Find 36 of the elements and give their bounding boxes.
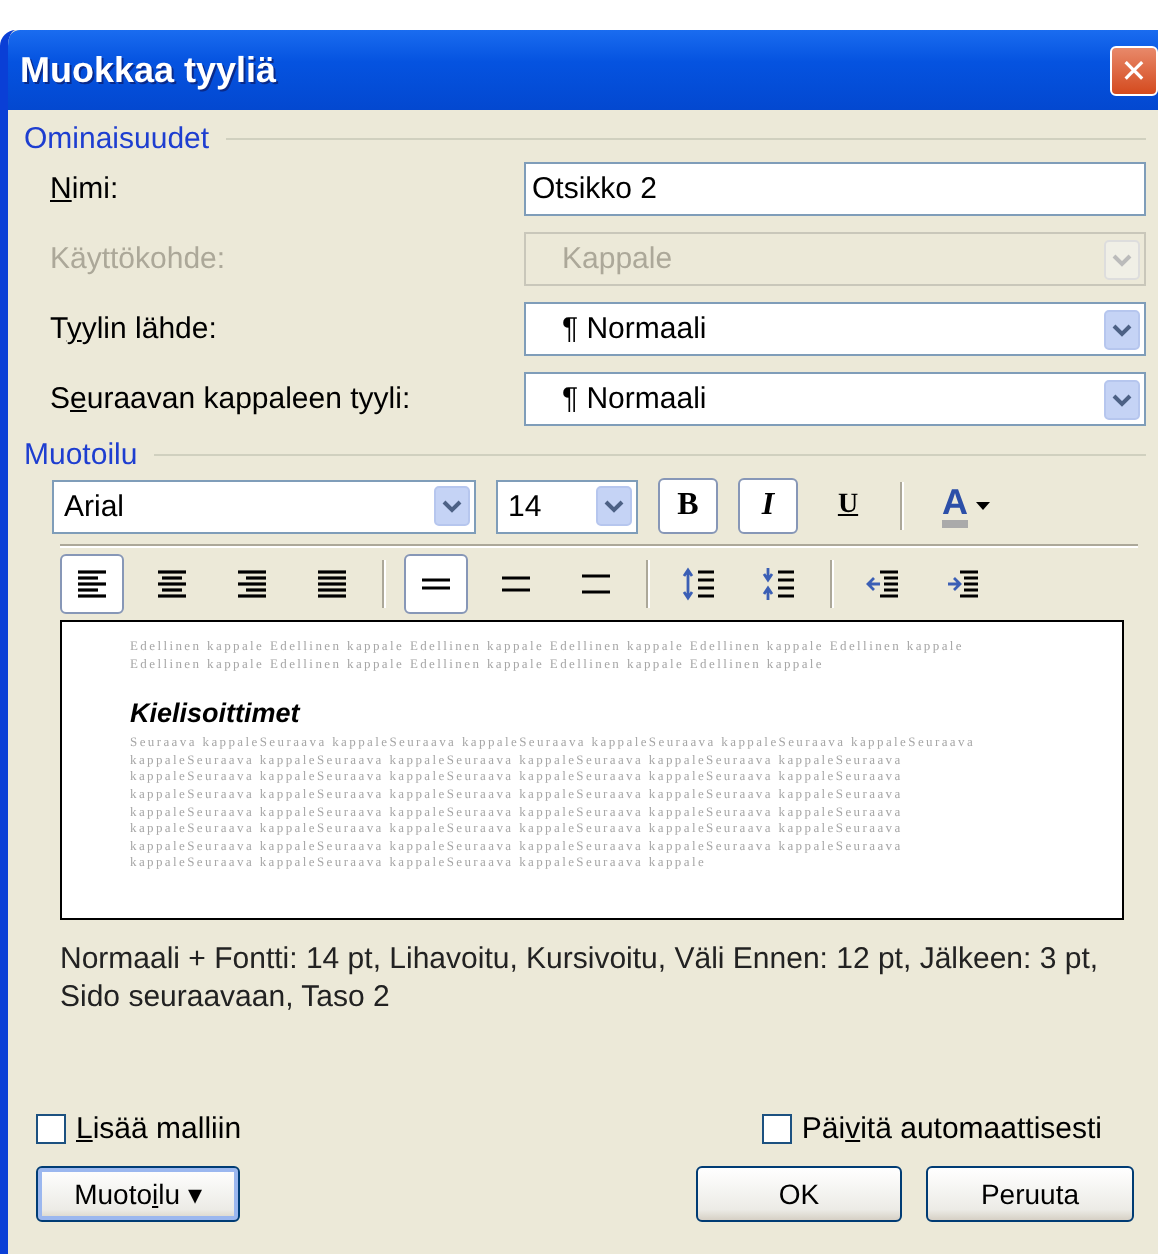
style-dropdown[interactable]: ¶ Normaali bbox=[524, 372, 1146, 426]
checkbox[interactable] bbox=[761, 1114, 792, 1144]
align-center-icon bbox=[152, 566, 192, 602]
space-decrease-icon bbox=[760, 566, 800, 602]
font-dropdown[interactable]: Arial bbox=[52, 479, 476, 533]
style-description: Normaali + Fontti: 14 pt, Lihavoitu, Kursivoitu, Väli Ennen: 12 pt, Jälkeen: 3 pt, Sido seuraavaan, Taso 2 bbox=[60, 940, 1101, 1016]
indent-decrease-icon bbox=[864, 566, 904, 602]
checkbox[interactable] bbox=[36, 1114, 66, 1144]
format-menu-button[interactable]: Muotoilu ▾ bbox=[36, 1166, 240, 1222]
spacing-single-button[interactable] bbox=[404, 554, 468, 614]
field-label: Tyylin lähde: bbox=[50, 312, 219, 346]
space-increase-icon bbox=[680, 566, 720, 602]
group-title: Ominaisuudet bbox=[24, 121, 210, 155]
indent-increase-icon bbox=[944, 566, 984, 602]
field-label: Nimi: bbox=[50, 172, 121, 206]
style-dropdown[interactable]: ¶ Normaali bbox=[524, 302, 1146, 356]
ok-button[interactable]: OK bbox=[696, 1166, 902, 1222]
align-left-icon bbox=[72, 566, 112, 602]
window-title: Muokkaa tyyliä bbox=[20, 49, 277, 91]
field-label: Seuraavan kappaleen tyyli: bbox=[50, 382, 413, 416]
justify-icon bbox=[312, 566, 352, 602]
caret-icon bbox=[976, 502, 990, 510]
field-label: Käyttökohde: bbox=[50, 242, 228, 276]
underline-button[interactable]: U bbox=[818, 478, 878, 534]
bold-button[interactable]: B bbox=[658, 478, 718, 534]
cancel-button[interactable]: Peruuta bbox=[926, 1166, 1134, 1222]
group-title: Muotoilu bbox=[24, 437, 138, 471]
checkbox-label: Lisää malliin bbox=[76, 1112, 242, 1146]
align-left-button[interactable] bbox=[60, 554, 124, 614]
name-field[interactable]: Otsikko 2 bbox=[524, 162, 1146, 216]
preview-heading: Kielisoittimet bbox=[130, 698, 303, 729]
italic-button[interactable]: I bbox=[738, 478, 798, 534]
checkbox-label: Päivitä automaattisesti bbox=[801, 1112, 1102, 1146]
size-dropdown[interactable]: 14 bbox=[496, 479, 638, 533]
align-right-icon bbox=[232, 566, 272, 602]
font-color-button[interactable]: A bbox=[926, 478, 1006, 534]
